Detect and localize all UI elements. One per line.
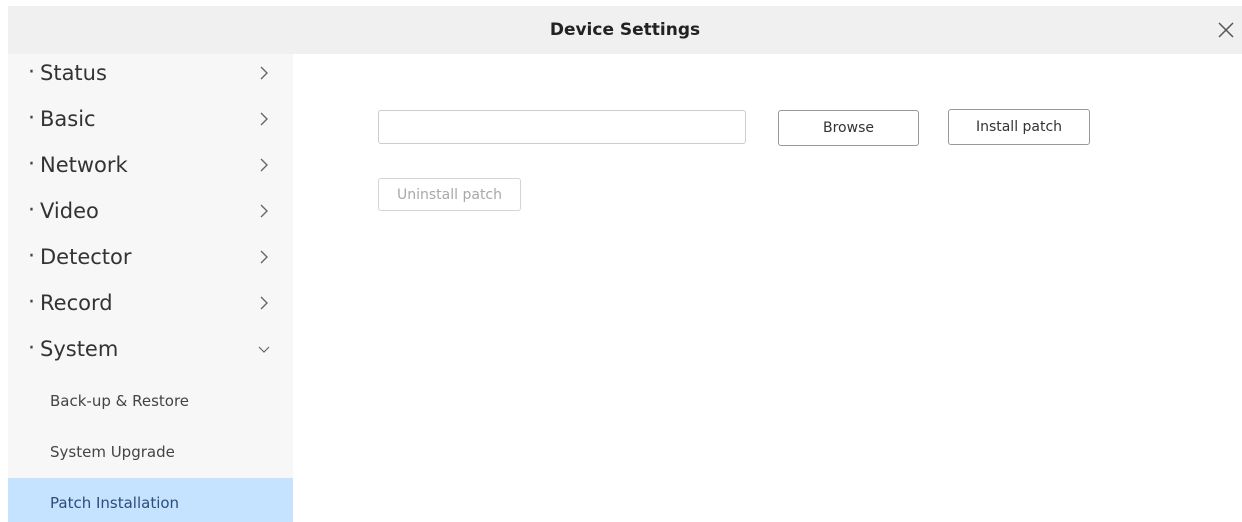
window-title: Device Settings [549, 20, 701, 40]
sidebar-item-label: Status [40, 61, 107, 85]
sidebar-item-label: Detector [40, 245, 132, 269]
sidebar-item-network[interactable]: · Network [8, 146, 293, 192]
sidebar-subitem-label: System Upgrade [50, 443, 175, 461]
chevron-down-icon [258, 346, 270, 353]
sidebar-subitem-system-upgrade[interactable]: System Upgrade [8, 427, 293, 478]
bullet: · [28, 106, 35, 131]
patch-file-input[interactable] [378, 110, 746, 144]
chevron-right-icon [260, 250, 268, 264]
close-icon [1218, 22, 1234, 38]
sidebar-subitem-patch-installation[interactable]: Patch Installation [8, 478, 293, 522]
bullet: · [28, 244, 35, 269]
title-bar: Device Settings [8, 6, 1242, 54]
patch-installation-panel: Browse Install patch Uninstall patch [293, 54, 1242, 522]
sidebar-subitem-label: Patch Installation [50, 494, 180, 512]
chevron-right-icon [260, 158, 268, 172]
bullet: · [28, 198, 35, 223]
device-settings-window: Device Settings · Status · Basic · Netwo… [0, 0, 1242, 522]
sidebar-item-label: Network [40, 153, 128, 177]
sidebar-item-status[interactable]: · Status [8, 54, 293, 100]
bullet: · [28, 60, 35, 85]
chevron-right-icon [260, 112, 268, 126]
chevron-right-icon [260, 204, 268, 218]
sidebar-item-label: System [40, 337, 119, 361]
sidebar-item-video[interactable]: · Video [8, 192, 293, 238]
sidebar-item-detector[interactable]: · Detector [8, 238, 293, 284]
chevron-right-icon [260, 66, 268, 80]
sidebar-subitem-label: Back-up & Restore [50, 392, 190, 410]
install-patch-button[interactable]: Install patch [948, 109, 1090, 145]
sidebar-item-label: Basic [40, 107, 96, 131]
sidebar-item-record[interactable]: · Record [8, 284, 293, 330]
sidebar-item-basic[interactable]: · Basic [8, 100, 293, 146]
sidebar: · Status · Basic · Network · Video · Det… [8, 54, 293, 522]
uninstall-patch-button[interactable]: Uninstall patch [378, 178, 521, 211]
sidebar-item-label: Record [40, 291, 113, 315]
sidebar-item-system[interactable]: · System [8, 330, 293, 376]
bullet: · [28, 336, 35, 361]
bullet: · [28, 290, 35, 315]
close-button[interactable] [1214, 18, 1238, 42]
sidebar-item-label: Video [40, 199, 99, 223]
bullet: · [28, 152, 35, 177]
sidebar-subitem-backup-restore[interactable]: Back-up & Restore [8, 376, 293, 427]
chevron-right-icon [260, 296, 268, 310]
browse-button[interactable]: Browse [778, 110, 919, 146]
